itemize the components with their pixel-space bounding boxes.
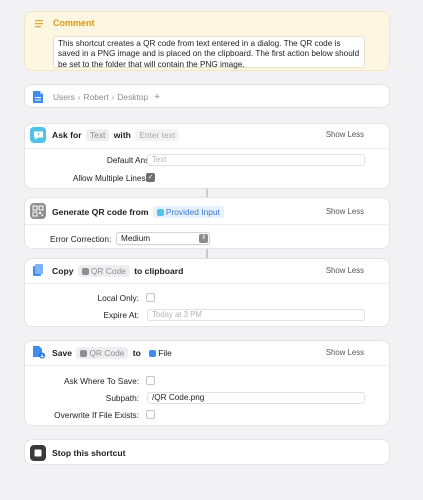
breadcrumb-desktop[interactable]: Desktop [117,92,148,102]
action-connector [206,189,208,197]
prompt-placeholder-token[interactable]: Enter text [135,129,180,141]
error-correction-select[interactable]: Medium ⇕ [116,232,210,245]
stop-square-icon [30,445,46,461]
overwrite-if-exists-checkbox[interactable] [146,410,155,419]
divider [25,283,389,284]
chevron-right-icon: › [111,93,115,102]
breadcrumb-users[interactable]: Users [53,92,75,102]
divider [25,148,389,149]
subpath-label: Subpath: [105,393,139,403]
with-label: with [113,130,131,140]
subpath-field[interactable]: /QR Code.png [147,392,365,404]
save-title-row: Save QR Code to File [52,347,178,359]
error-correction-value: Medium [121,234,151,243]
copy-label: Copy [52,266,74,276]
ask-dialog-icon [30,127,46,143]
local-only-checkbox[interactable] [146,293,155,302]
expire-at-label: Expire At: [103,310,139,320]
breadcrumb-robert[interactable]: Robert [84,92,109,102]
provided-input-token[interactable]: Provided Input [152,206,224,218]
overwrite-if-exists-label: Overwrite If File Exists: [54,410,139,420]
comment-text-field[interactable]: This shortcut creates a QR code from tex… [53,36,365,69]
qr-title-row: Generate QR code from Provided Input [52,206,226,218]
qr-code-icon [80,349,88,357]
comment-title: Comment [53,18,95,28]
save-file-icon [30,344,46,360]
ask-for-label: Ask for [52,130,82,140]
show-less-button[interactable]: Show Less [326,266,364,275]
allow-multiple-lines-label: Allow Multiple Lines: [72,173,148,183]
comment-lines-icon [35,20,43,28]
chevron-right-icon: › [77,93,81,102]
ask-where-to-save-label: Ask Where To Save: [63,376,139,386]
qr-code-token[interactable]: QR Code [77,265,130,277]
clipboard-icon [30,262,46,278]
stop-title: Stop this shortcut [52,448,126,458]
ask-where-to-save-checkbox[interactable] [146,376,155,385]
copy-title-row: Copy QR Code to clipboard [52,265,183,277]
file-token[interactable]: File [145,347,176,359]
expire-at-field[interactable]: Today at 3 PM [147,309,365,321]
file-token-label: File [158,348,172,358]
stop-shortcut-card[interactable]: Stop this shortcut [24,439,390,465]
default-answer-field[interactable]: Text [147,154,365,166]
variable-icon [156,208,164,216]
to-clipboard-label: to clipboard [134,266,184,276]
local-only-label: Local Only: [97,293,139,303]
qr-code-token-label: QR Code [90,266,126,276]
show-less-button[interactable]: Show Less [326,207,364,216]
save-label: Save [52,348,73,358]
generate-qr-card[interactable]: Generate QR code from Provided Input Sho… [24,197,390,249]
qr-title: Generate QR code from [52,207,149,217]
action-connector [206,249,208,258]
add-path-button[interactable]: + [154,92,160,103]
folder-action-card[interactable]: Users › Robert › Desktop + [24,84,390,108]
breadcrumb: Users › Robert › Desktop + [53,92,160,103]
provided-input-label: Provided Input [165,207,220,217]
ask-for-input-card[interactable]: Ask for Text with Enter text Show Less D… [24,123,390,189]
ask-title-row: Ask for Text with Enter text [52,129,181,141]
qr-code-icon [81,267,89,275]
qr-code-token-label: QR Code [89,348,125,358]
comment-action-card[interactable]: Comment This shortcut creates a QR code … [24,11,390,71]
copy-to-clipboard-card[interactable]: Copy QR Code to clipboard Show Less Loca… [24,258,390,327]
select-arrows-icon: ⇕ [199,234,208,243]
divider [25,224,389,225]
error-correction-label: Error Correction: [50,234,112,244]
file-icon [149,349,157,357]
input-type-token[interactable]: Text [86,129,110,141]
to-label: to [132,348,141,358]
save-file-card[interactable]: Save QR Code to File Show Less Ask Where… [24,340,390,426]
show-less-button[interactable]: Show Less [326,348,364,357]
qr-code-token[interactable]: QR Code [76,347,129,359]
folder-document-icon [30,89,46,105]
show-less-button[interactable]: Show Less [326,130,364,139]
qr-code-icon [30,203,46,219]
allow-multiple-lines-checkbox[interactable]: ✓ [146,173,155,182]
divider [25,365,389,366]
